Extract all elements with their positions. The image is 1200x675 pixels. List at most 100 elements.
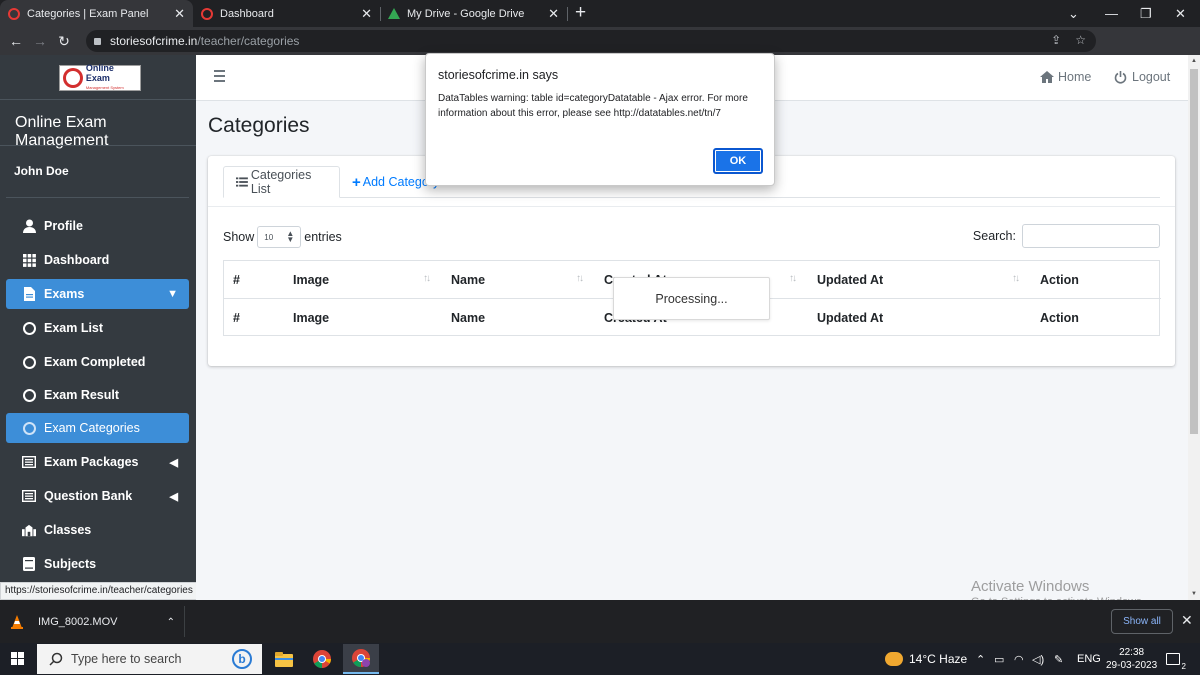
home-link[interactable]: Home [1040, 70, 1091, 84]
logo-text: Online Exam Management System [85, 63, 124, 90]
sidebar-item-exam-result[interactable]: Exam Result [6, 380, 189, 410]
sidebar-item-exam-completed[interactable]: Exam Completed [6, 347, 189, 377]
scroll-down-icon[interactable]: ▼ [1191, 591, 1197, 597]
show-label: Show [223, 230, 255, 244]
close-icon[interactable]: ✕ [548, 6, 559, 22]
processing-indicator: Processing... [613, 277, 770, 320]
alert-title: storiesofcrime.in says [438, 68, 559, 82]
sidebar-item-exam-categories[interactable]: Exam Categories [6, 413, 189, 443]
entries-select[interactable]: 10 ▲ ▼ [257, 226, 302, 248]
column-footer-action: Action [1040, 311, 1079, 325]
sort-icon[interactable]: ↑↓ [576, 273, 584, 284]
logout-link[interactable]: Logout [1114, 70, 1170, 84]
close-icon[interactable]: ✕ [1181, 612, 1193, 629]
home-label: Home [1058, 70, 1092, 84]
show-hidden-icons[interactable]: ⌃ [976, 643, 985, 675]
file-explorer-icon[interactable] [266, 644, 302, 674]
sidebar-item-label: Exam Completed [44, 355, 146, 369]
taskbar-search-box[interactable]: Type here to search b [37, 644, 262, 674]
sidebar-item-classes[interactable]: Classes [6, 515, 189, 545]
address-bar[interactable]: storiesofcrime.in/teacher/categories ⇪ ☆ [86, 30, 1096, 52]
table-search: Search: [973, 224, 1160, 248]
sidebar-item-exams[interactable]: Exams ▼ [6, 279, 189, 309]
status-url-tooltip: https://storiesofcrime.in/teacher/catego… [0, 582, 198, 600]
search-label: Search: [972, 229, 1016, 243]
list-icon [236, 177, 248, 187]
chevron-up-icon[interactable]: ⌃ [167, 617, 175, 628]
scrollbar-thumb[interactable] [1190, 69, 1198, 434]
notification-icon[interactable]: 2 [1166, 643, 1186, 675]
sidebar-item-label: Exams [44, 287, 85, 301]
scroll-up-icon[interactable]: ▲ [1191, 58, 1197, 64]
battery-icon[interactable]: ▭ [994, 643, 1004, 675]
column-footer-image: Image [293, 311, 330, 325]
chevron-left-icon: ◀ [169, 490, 178, 503]
windows-taskbar: Type here to search b 14°C Haze ⌃ ▭ ◠ ◁)… [0, 643, 1200, 675]
entries-label: entries [304, 230, 342, 244]
forward-icon[interactable]: → [28, 33, 52, 49]
notification-count: 2 [1181, 662, 1186, 671]
chrome-profile-icon[interactable] [343, 644, 379, 674]
ok-button[interactable]: OK [713, 148, 763, 174]
sidebar-item-dashboard[interactable]: Dashboard [6, 245, 189, 275]
column-header-image[interactable]: Image [293, 273, 329, 287]
list-icon [22, 455, 36, 469]
search-input[interactable] [1022, 224, 1160, 248]
sort-icon[interactable]: ↑↓ [789, 273, 797, 284]
new-tab-icon[interactable]: + [575, 0, 586, 27]
browser-tab-categories[interactable]: Categories | Exam Panel ✕ [0, 0, 193, 27]
bing-icon[interactable]: b [232, 649, 252, 669]
favicon-icon [201, 7, 213, 20]
sidebar-item-label: Classes [44, 523, 92, 537]
clock[interactable]: 22:38 29-03-2023 [1106, 643, 1157, 675]
brand-logo[interactable]: Online Exam Management System [59, 63, 141, 91]
column-header-action[interactable]: Action [1040, 273, 1079, 287]
sidebar-item-question-bank[interactable]: Question Bank ◀ [6, 481, 189, 511]
favicon-icon [8, 7, 20, 20]
hamburger-menu-icon[interactable] [214, 70, 225, 85]
sidebar-item-exam-list[interactable]: Exam List [6, 313, 189, 343]
sort-icon[interactable]: ↑↓ [1012, 273, 1020, 284]
window-close-icon[interactable]: ✕ [1175, 0, 1186, 27]
show-all-button[interactable]: Show all [1111, 609, 1173, 634]
bookmark-star-icon[interactable]: ☆ [1075, 33, 1086, 47]
browser-tab-dashboard[interactable]: Dashboard ✕ [193, 0, 381, 27]
column-footer-updated-at: Updated At [817, 311, 884, 325]
reload-icon[interactable]: ↻ [52, 33, 76, 50]
column-footer-name: Name [451, 311, 486, 325]
clock-date: 29-03-2023 [1106, 660, 1158, 671]
back-icon[interactable]: ← [4, 33, 28, 49]
restore-icon[interactable]: ❐ [1140, 0, 1152, 27]
sort-icon[interactable]: ↑↓ [423, 273, 431, 284]
search-placeholder: Type here to search [71, 652, 182, 666]
alert-dialog: storiesofcrime.in says DataTables warnin… [425, 53, 775, 186]
vlc-file-icon [11, 615, 23, 629]
wifi-icon[interactable]: ◠ [1014, 643, 1024, 675]
close-icon[interactable]: ✕ [174, 6, 185, 22]
user-name[interactable]: John Doe [14, 164, 69, 178]
weather-widget[interactable]: 14°C Haze [885, 643, 967, 675]
column-header-number[interactable]: # [233, 273, 240, 287]
download-item[interactable]: IMG_8002.MOV ⌃ [10, 610, 183, 634]
home-icon [1040, 71, 1054, 83]
tab-categories-list[interactable]: Categories List [223, 166, 340, 198]
column-header-updated-at[interactable]: Updated At [817, 273, 883, 287]
tab-title: My Drive - Google Drive [407, 7, 525, 20]
divider [208, 206, 1175, 207]
page-title: Categories [208, 114, 310, 137]
pen-icon[interactable]: ✎ [1054, 643, 1063, 675]
minimize-icon[interactable]: — [1105, 0, 1118, 27]
column-header-name[interactable]: Name [451, 273, 485, 287]
sidebar-item-profile[interactable]: Profile [6, 211, 189, 241]
close-icon[interactable]: ✕ [361, 6, 372, 22]
chrome-icon[interactable] [304, 644, 340, 674]
tab-search-icon[interactable]: ⌄ [1068, 0, 1079, 27]
sidebar-item-subjects[interactable]: Subjects [6, 549, 189, 579]
browser-tab-drive[interactable]: My Drive - Google Drive ✕ [380, 0, 568, 27]
page-scrollbar[interactable]: ▲ ▼ [1188, 55, 1200, 600]
share-icon[interactable]: ⇪ [1051, 33, 1061, 47]
windows-start-icon[interactable] [11, 652, 25, 666]
volume-icon[interactable]: ◁) [1032, 643, 1044, 675]
language-indicator[interactable]: ENG [1077, 643, 1101, 675]
sidebar-item-exam-packages[interactable]: Exam Packages ◀ [6, 447, 189, 477]
